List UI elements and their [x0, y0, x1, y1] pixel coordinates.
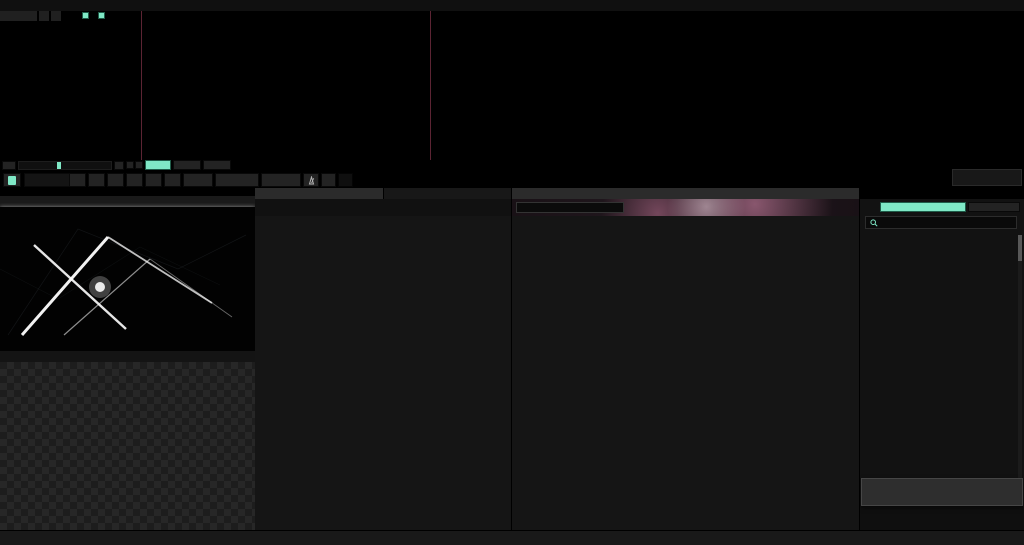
bpm-half-button[interactable] — [145, 173, 162, 187]
preview-monitor-header — [0, 351, 255, 362]
crossfader-row — [0, 160, 560, 171]
bpm-sync-toggle[interactable] — [3, 173, 21, 187]
audio-vst-toggle[interactable] — [968, 202, 1020, 212]
composition-title-row — [255, 199, 511, 216]
clip-banner — [512, 199, 859, 216]
composition-panel — [255, 199, 511, 530]
resolume-arena-window — [0, 0, 1024, 545]
composition-slot-empty-2[interactable] — [203, 160, 231, 170]
tab-composition[interactable] — [255, 188, 383, 199]
browser-tab-bar — [860, 188, 1024, 199]
tab-clip[interactable] — [512, 188, 859, 199]
effects-scrollbar-thumb[interactable] — [1018, 235, 1022, 261]
preview-monitor-view[interactable] — [0, 362, 255, 530]
pause-button[interactable] — [261, 173, 301, 187]
bpm-sync-indicator-icon — [8, 175, 16, 185]
effects-scrollbar[interactable] — [1018, 235, 1022, 479]
undo-button[interactable] — [321, 173, 336, 187]
output-monitor-image — [0, 207, 255, 351]
deck-divider-line — [141, 11, 142, 160]
bus-button-1[interactable] — [126, 161, 134, 169]
status-bar — [0, 530, 1024, 545]
column-header-row — [0, 11, 1024, 22]
bpm-nudge-down-button[interactable] — [107, 173, 124, 187]
composition-clear-button[interactable] — [39, 11, 49, 21]
record-button[interactable] — [952, 169, 1022, 186]
tooltip — [861, 478, 1023, 506]
bus-button-2[interactable] — [135, 161, 143, 169]
bpm-minus-button[interactable] — [69, 173, 86, 187]
composition-slot-av[interactable] — [145, 160, 171, 170]
search-icon — [870, 218, 878, 227]
transport-bar — [0, 172, 1024, 189]
crossfader-slider-thumb[interactable] — [57, 162, 61, 169]
bpm-double-button[interactable] — [164, 173, 181, 187]
video-ffgl-toggle[interactable] — [880, 202, 966, 212]
tap-button[interactable] — [183, 173, 213, 187]
crossfader-divider-line — [430, 11, 431, 160]
composition-bypass-button[interactable] — [51, 11, 61, 21]
crossfader-a-button[interactable] — [2, 161, 16, 170]
browser-footer — [860, 506, 1024, 530]
clip-panel — [512, 199, 859, 530]
metronome-button[interactable] — [303, 173, 319, 187]
menu-bar — [0, 0, 1024, 11]
composition-slot-empty-1[interactable] — [173, 160, 201, 170]
crossfader-slider[interactable] — [18, 161, 112, 170]
output-monitor-header — [0, 196, 255, 207]
composition-master-button[interactable] — [82, 12, 89, 19]
bpm-nudge-up-button[interactable] — [126, 173, 143, 187]
tab-layer[interactable] — [384, 188, 511, 199]
redo-button[interactable] — [338, 173, 353, 187]
resync-button[interactable] — [215, 173, 259, 187]
composition-solo-button[interactable] — [98, 12, 105, 19]
clip-name-input[interactable] — [516, 201, 624, 213]
effects-browser — [860, 199, 1024, 530]
composition-header-cell[interactable] — [0, 11, 37, 21]
crossfader-b-button[interactable] — [114, 161, 124, 170]
output-monitor-view[interactable] — [0, 207, 255, 351]
bpm-plus-button[interactable] — [88, 173, 105, 187]
metronome-icon — [308, 175, 314, 184]
effects-search-box[interactable] — [865, 216, 1017, 229]
